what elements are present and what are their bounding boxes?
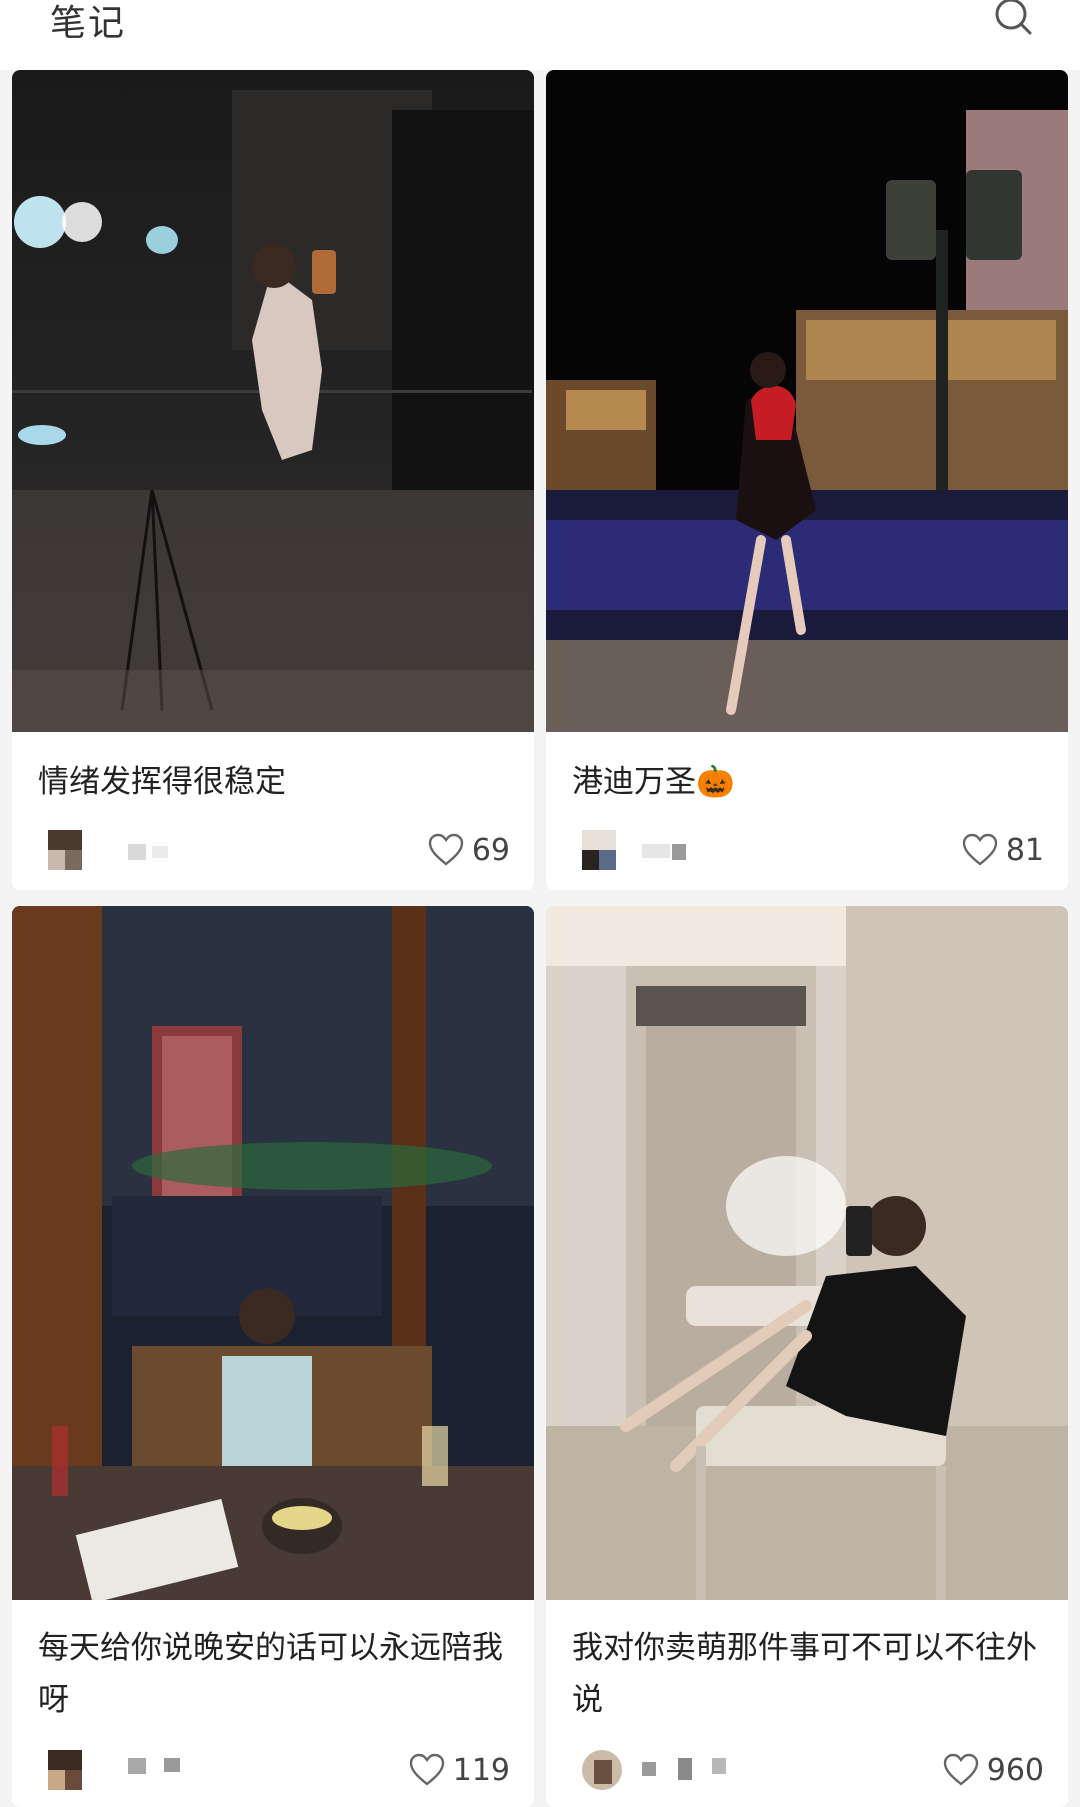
heart-outline-icon <box>943 1753 978 1786</box>
note-caption[interactable]: 港迪万圣🎃 <box>572 756 1048 808</box>
note-caption[interactable]: 每天给你说晚安的话可以永远陪我呀 <box>38 1622 508 1726</box>
note-meta: 69 <box>12 822 534 878</box>
author-avatar[interactable] <box>582 1750 622 1790</box>
note-cover-image[interactable] <box>546 70 1068 732</box>
note-card[interactable]: 每天给你说晚安的话可以永远陪我呀 119 <box>12 906 534 1807</box>
note-card[interactable]: 港迪万圣🎃 81 <box>546 70 1068 890</box>
like-button[interactable]: 960 <box>943 1748 1044 1792</box>
author-avatar[interactable] <box>48 830 82 870</box>
author-avatar[interactable] <box>582 830 616 870</box>
like-button[interactable]: 69 <box>428 828 510 872</box>
heart-outline-icon <box>409 1753 444 1786</box>
top-bar: 笔记 <box>0 0 1080 70</box>
author-name-blurred[interactable] <box>108 838 248 864</box>
like-count: 69 <box>471 832 510 868</box>
author-avatar[interactable] <box>48 1750 82 1790</box>
author-name-blurred[interactable] <box>108 1758 248 1784</box>
like-count: 81 <box>1005 832 1044 868</box>
search-icon[interactable] <box>992 0 1036 40</box>
note-meta: 119 <box>12 1742 534 1798</box>
note-cover-image[interactable] <box>546 906 1068 1600</box>
note-cover-image[interactable] <box>12 906 534 1600</box>
like-button[interactable]: 81 <box>962 828 1044 872</box>
page-title: 笔记 <box>50 3 127 44</box>
like-count: 960 <box>986 1752 1044 1788</box>
note-meta: 81 <box>546 822 1068 878</box>
note-card[interactable]: 我对你卖萌那件事可不可以不往外说 960 <box>546 906 1068 1807</box>
author-name-blurred[interactable] <box>642 1758 782 1784</box>
like-count: 119 <box>452 1752 510 1788</box>
note-cover-image[interactable] <box>12 70 534 732</box>
heart-outline-icon <box>428 833 464 866</box>
note-card[interactable]: 情绪发挥得很稳定 69 <box>12 70 534 890</box>
author-name-blurred[interactable] <box>642 838 782 864</box>
heart-outline-icon <box>962 833 998 866</box>
note-caption[interactable]: 我对你卖萌那件事可不可以不往外说 <box>572 1622 1042 1726</box>
note-caption[interactable]: 情绪发挥得很稳定 <box>38 756 514 808</box>
like-button[interactable]: 119 <box>409 1748 510 1792</box>
note-meta: 960 <box>546 1742 1068 1798</box>
